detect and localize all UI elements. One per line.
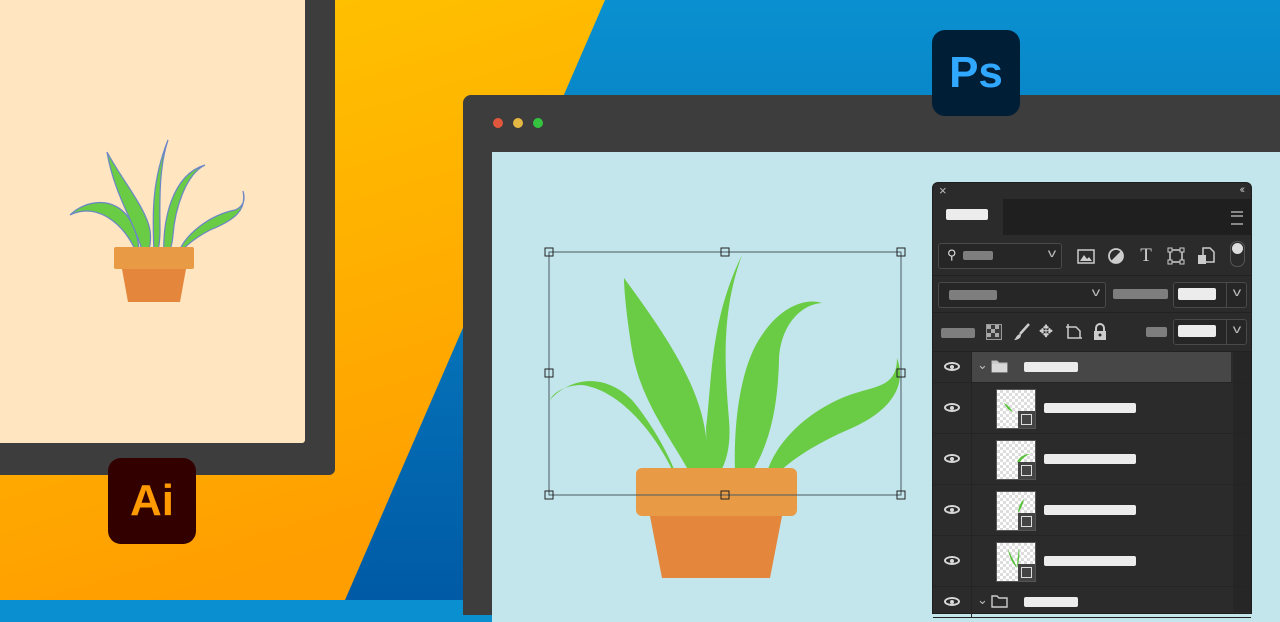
illustrator-window [0,0,335,475]
lock-artboard-icon[interactable] [1063,321,1085,343]
window-close-button[interactable] [493,118,503,128]
eye-icon[interactable] [944,597,960,606]
opacity-field[interactable]: v [1173,282,1247,308]
smart-object-badge-icon [1018,513,1035,530]
plant-artwork-selected[interactable] [532,240,922,590]
illustrator-canvas [0,0,305,443]
opacity-label [1113,289,1168,299]
chevron-down-icon: v [1047,246,1057,260]
blend-mode-dropdown[interactable]: v [938,282,1106,308]
eye-icon[interactable] [944,403,960,412]
layer-name [1024,597,1078,607]
eye-icon[interactable] [944,362,960,371]
lock-transparency-icon[interactable] [983,321,1005,343]
panel-title-bar: × ‹‹ [933,183,1251,199]
chevron-down-icon[interactable]: ⌄ [977,592,988,608]
adjustment-icon[interactable] [1105,245,1127,267]
folder-icon [991,360,1008,373]
layer-group-row[interactable]: ⌄ [933,587,1251,618]
image-icon[interactable] [1075,245,1097,267]
search-icon: ⚲ [947,247,957,262]
lock-all-icon[interactable] [1089,321,1111,343]
layer-name [1024,362,1078,372]
illustrator-logo-text: Ai [130,476,174,525]
layer-name [1044,556,1136,566]
layer-thumbnail [996,389,1036,429]
photoshop-logo-text: Ps [949,48,1003,97]
window-maximize-button[interactable] [533,118,543,128]
blend-row: v v [933,276,1251,313]
layer-row[interactable] [933,485,1251,536]
chevron-down-icon: v [1232,322,1242,336]
fill-field[interactable]: v [1173,319,1247,345]
panel-menu-icon[interactable] [1231,211,1243,225]
layer-thumbnail [996,491,1036,531]
eye-icon[interactable] [944,454,960,463]
close-icon[interactable]: × [939,183,947,198]
plant-artwork-outlined [69,139,245,302]
layer-thumbnail [996,542,1036,582]
chevron-down-icon[interactable]: ⌄ [977,357,988,373]
lock-paint-icon[interactable] [1011,321,1033,343]
smart-object-badge-icon [1018,564,1035,581]
collapse-icon[interactable]: ‹‹ [1240,184,1246,196]
shape-icon[interactable] [1165,245,1187,267]
filter-row: ⚲ v T [933,235,1251,276]
layer-list: ⌄ ⌄ [933,352,1251,618]
smart-object-icon[interactable] [1195,245,1217,267]
layer-group-row[interactable]: ⌄ [933,352,1251,383]
illustrator-app-icon: Ai [108,458,196,544]
photoshop-app-icon: Ps [932,30,1020,116]
chevron-down-icon: v [1232,285,1242,299]
layer-name [1044,505,1136,515]
chevron-down-icon: v [1091,285,1101,299]
layer-name [1044,403,1136,413]
layer-row[interactable] [933,434,1251,485]
eye-icon[interactable] [944,505,960,514]
lock-row: ✥ v [933,313,1251,352]
filter-toggle[interactable] [1230,241,1245,267]
layer-row[interactable] [933,536,1251,587]
eye-icon[interactable] [944,556,960,565]
window-minimize-button[interactable] [513,118,523,128]
smart-object-badge-icon [1018,411,1035,428]
filter-kind-dropdown[interactable]: ⚲ v [938,243,1062,269]
smart-object-badge-icon [1018,462,1035,479]
folder-icon [991,595,1008,608]
layer-row[interactable] [933,383,1251,434]
layer-thumbnail [996,440,1036,480]
fill-label [1146,327,1167,337]
lock-move-icon[interactable]: ✥ [1035,321,1057,343]
lock-label [941,328,975,338]
layer-name [1044,454,1136,464]
panel-tabs [933,199,1251,235]
layers-panel: × ‹‹ ⚲ v T v v ✥ v ⌄ ⌄ [932,182,1252,618]
tab-layers[interactable] [933,199,1003,235]
type-icon[interactable]: T [1135,245,1157,267]
